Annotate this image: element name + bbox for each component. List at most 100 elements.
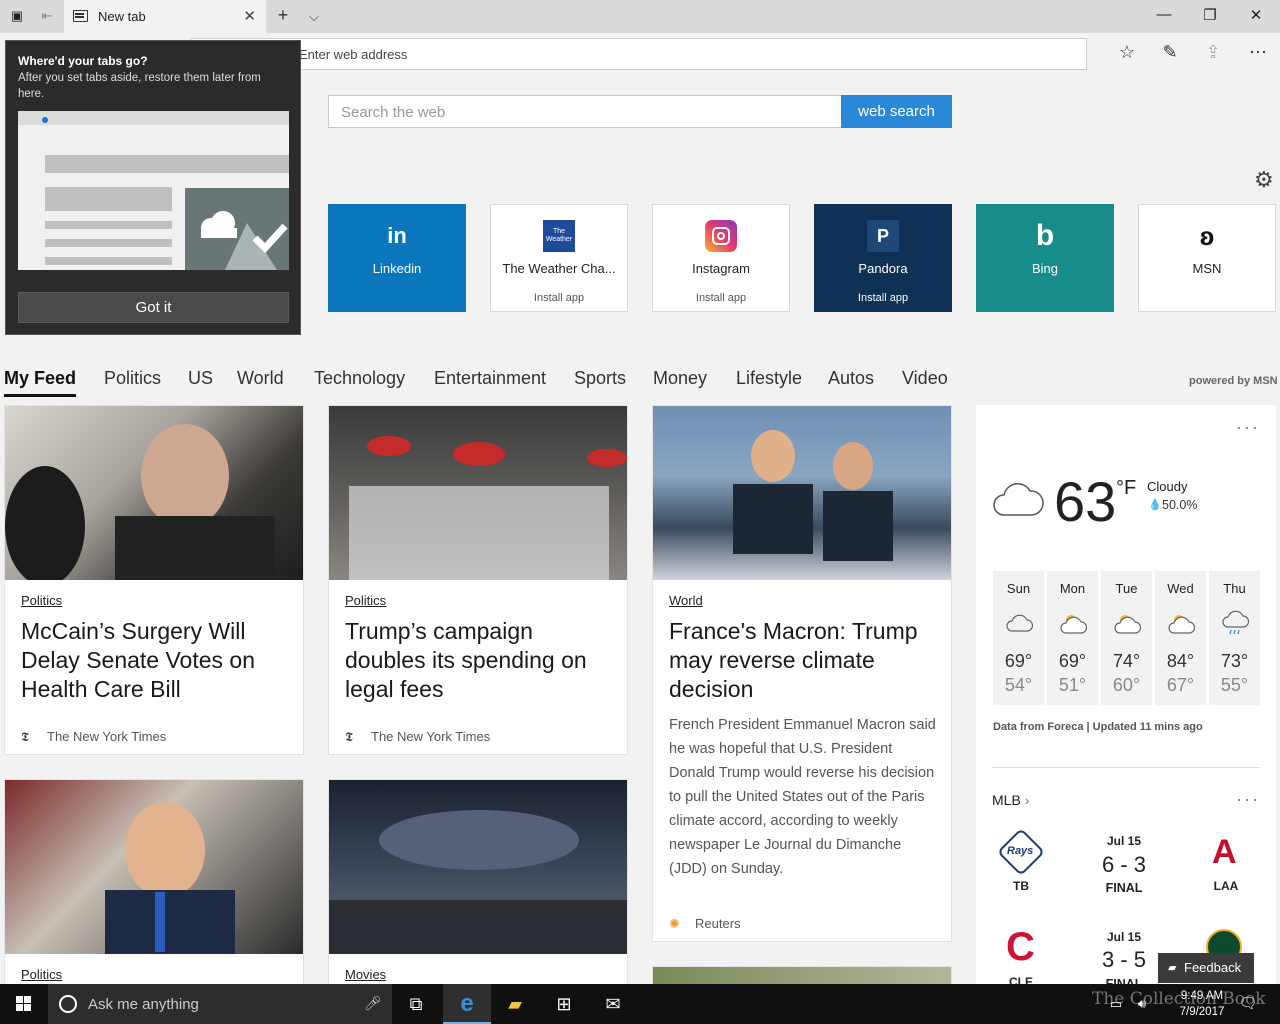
rays-logo-text: Rays — [1007, 845, 1034, 857]
card-title[interactable]: McCain’s Surgery Will Delay Senate Votes… — [21, 617, 289, 704]
partly-sunny-icon — [1168, 615, 1195, 634]
news-card[interactable]: Politics Trump’s campaign doubles its sp… — [328, 405, 628, 755]
forecast-day[interactable]: Sun 69° 54° — [993, 571, 1044, 705]
nav-lifestyle[interactable]: Lifestyle — [736, 368, 802, 389]
forecast-day[interactable]: Wed 84° 67° — [1155, 571, 1206, 705]
news-card[interactable]: World France's Macron: Trump may reverse… — [652, 405, 952, 942]
search-placeholder: Search the web — [341, 104, 446, 121]
card-title[interactable]: Trump’s campaign doubles its spending on… — [345, 617, 613, 704]
news-card[interactable]: Movies — [328, 779, 628, 989]
nav-us[interactable]: US — [188, 368, 213, 389]
nav-active-underline — [4, 394, 76, 397]
more-menu-icon[interactable]: ⋯ — [1245, 42, 1271, 63]
precip-chance: 50.0% — [1162, 498, 1198, 512]
nyt-logo-icon: 𝕿 — [345, 729, 353, 744]
nav-technology[interactable]: Technology — [314, 368, 405, 389]
linkedin-icon: in — [387, 223, 407, 248]
minimize-button[interactable]: — — [1141, 6, 1187, 23]
restore-tabs-icon[interactable]: ⇤ — [39, 8, 55, 24]
close-tab-icon[interactable]: ✕ — [243, 7, 256, 25]
close-window-button[interactable]: ✕ — [1233, 6, 1279, 24]
temp-unit: °F — [1116, 477, 1137, 499]
forecast-day[interactable]: Mon 69° 51° — [1047, 571, 1098, 705]
nav-entertainment[interactable]: Entertainment — [434, 368, 546, 389]
nav-politics[interactable]: Politics — [104, 368, 161, 389]
store-icon[interactable]: ⊞ — [540, 984, 588, 1024]
tile-install-app[interactable]: Install app — [491, 292, 627, 304]
forecast-low: 54° — [1004, 675, 1033, 695]
web-search-input[interactable]: Search the web — [328, 95, 842, 128]
forecast-day-name: Sun — [1006, 581, 1031, 596]
msn-butterfly-icon: ʚ — [1199, 221, 1215, 251]
nav-money[interactable]: Money — [653, 368, 707, 389]
nav-video[interactable]: Video — [902, 368, 948, 389]
game-score[interactable]: 3 - 5 — [1084, 947, 1164, 973]
tile-pandora[interactable]: P Pandora Install app — [814, 204, 952, 312]
nav-autos[interactable]: Autos — [828, 368, 874, 389]
popup-body: After you set tabs aside, restore them l… — [18, 72, 261, 100]
new-tab-button[interactable]: + — [271, 5, 295, 26]
nav-my-feed[interactable]: My Feed — [4, 368, 76, 389]
forecast-day-name: Wed — [1167, 581, 1194, 596]
card-category[interactable]: Movies — [345, 967, 386, 982]
tile-msn[interactable]: ʚ MSN — [1138, 204, 1276, 312]
card-category[interactable]: Politics — [21, 967, 62, 982]
news-photo — [653, 406, 951, 580]
web-note-icon[interactable]: ✎ — [1157, 42, 1183, 63]
start-button[interactable] — [0, 984, 48, 1024]
weather-more-icon[interactable]: ··· — [1236, 417, 1260, 438]
got-it-button[interactable]: Got it — [18, 292, 289, 323]
mlb-more-icon[interactable]: ··· — [1236, 789, 1260, 810]
nav-world[interactable]: World — [237, 368, 284, 389]
forecast-high: 69° — [1004, 651, 1033, 671]
mail-icon[interactable]: ✉ — [589, 984, 637, 1024]
card-category[interactable]: World — [669, 593, 703, 608]
microphone-icon[interactable]: 🎤︎ — [364, 995, 382, 1012]
game-score[interactable]: 6 - 3 — [1084, 852, 1164, 878]
restore-button[interactable]: ❐ — [1187, 6, 1233, 24]
tab-preview-chevron-icon[interactable]: ⌵ — [302, 9, 326, 25]
cloudy-icon — [993, 483, 1044, 516]
card-category[interactable]: Politics — [345, 593, 386, 608]
tabs-aside-icon[interactable]: ▣ — [9, 8, 25, 24]
nyt-logo-icon: 𝕿 — [21, 729, 29, 744]
share-icon[interactable]: ⇪ — [1200, 42, 1226, 63]
cortana-placeholder: Ask me anything — [88, 996, 199, 1013]
news-card[interactable]: Politics McCain’s Surgery Will Delay Sen… — [4, 405, 304, 755]
tab-new-tab[interactable]: New tab ✕ — [64, 0, 266, 33]
gear-icon[interactable]: ⚙ — [1254, 167, 1274, 193]
edge-icon[interactable]: e — [443, 984, 491, 1024]
mlb-label: MLB — [992, 792, 1021, 808]
cortana-search-box[interactable]: Ask me anything 🎤︎ — [48, 984, 392, 1024]
file-explorer-icon[interactable]: ▰ — [491, 984, 539, 1024]
card-title[interactable]: France's Macron: Trump may reverse clima… — [669, 617, 937, 704]
tile-install-app[interactable]: Install app — [653, 292, 789, 304]
task-view-icon[interactable]: ⧉ — [392, 984, 440, 1024]
forecast-high: 84° — [1166, 651, 1195, 671]
mlb-title[interactable]: MLB › — [992, 792, 1029, 808]
feedback-button[interactable]: ▰ Feedback — [1158, 953, 1254, 983]
weather-source: Data from Foreca | Updated 11 mins ago — [993, 721, 1203, 733]
tile-label: MSN — [1192, 261, 1222, 276]
favorites-hub-icon[interactable]: ☆ — [1114, 42, 1140, 63]
news-card[interactable]: Politics — [4, 779, 304, 989]
chevron-right-icon: › — [1024, 792, 1030, 808]
tile-linkedin[interactable]: in Linkedin — [328, 204, 466, 312]
tile-instagram[interactable]: Instagram Install app — [652, 204, 790, 312]
news-photo — [329, 406, 627, 580]
angels-logo-icon: A — [1212, 833, 1237, 871]
tile-install-app[interactable]: Install app — [815, 292, 951, 304]
web-search-button[interactable]: web search — [841, 95, 952, 128]
new-tab-favicon-icon — [73, 10, 88, 22]
card-category[interactable]: Politics — [21, 593, 62, 608]
nav-sports[interactable]: Sports — [574, 368, 626, 389]
forecast-high: 69° — [1058, 651, 1087, 671]
address-input[interactable]: Enter web address — [190, 38, 1087, 70]
forecast-day[interactable]: Tue 74° 60° — [1101, 571, 1152, 705]
tile-weather-channel[interactable]: The Weather The Weather Cha... Install ap… — [490, 204, 628, 312]
forecast-low: 55° — [1220, 675, 1249, 695]
forecast-day-name: Tue — [1115, 581, 1138, 596]
popup-title: Where'd your tabs go? — [18, 54, 148, 68]
tile-bing[interactable]: b Bing — [976, 204, 1114, 312]
forecast-day[interactable]: Thu 73° 55° — [1209, 571, 1260, 705]
